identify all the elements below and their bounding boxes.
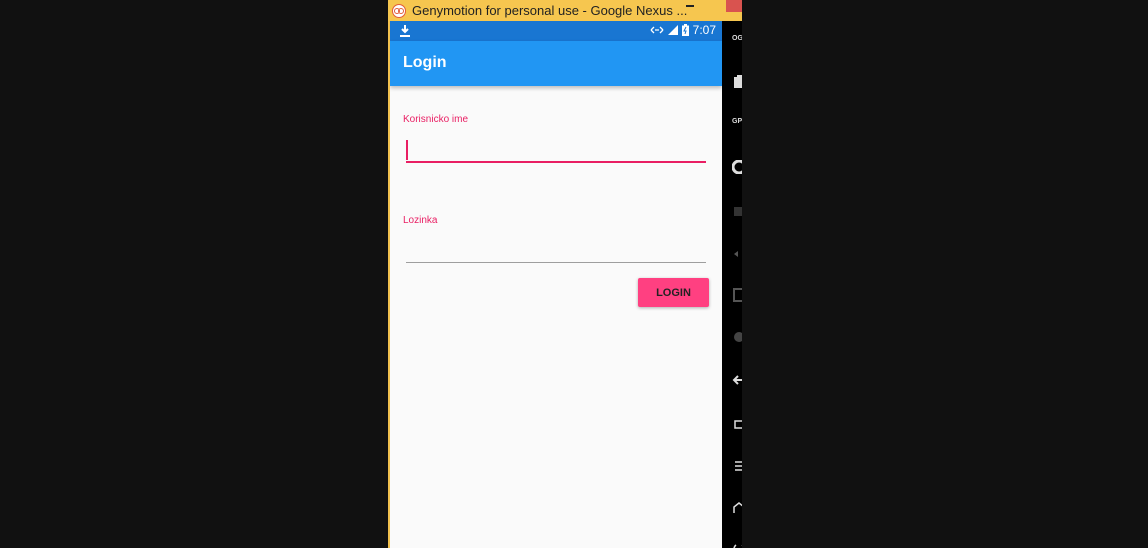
emulator-side-toolbar: OG GPS bbox=[722, 21, 742, 548]
password-input[interactable] bbox=[406, 238, 706, 260]
username-label: Korisnicko ime bbox=[403, 114, 469, 125]
username-input[interactable] bbox=[406, 138, 706, 160]
status-time: 7:07 bbox=[692, 23, 716, 37]
download-icon bbox=[400, 25, 410, 37]
window-titlebar[interactable]: Genymotion for personal use - Google Nex… bbox=[388, 0, 742, 21]
power-icon[interactable] bbox=[732, 539, 742, 548]
username-underline bbox=[406, 161, 706, 163]
close-button[interactable] bbox=[726, 0, 742, 12]
window-title: Genymotion for personal use - Google Nex… bbox=[412, 3, 688, 18]
page-title: Login bbox=[403, 54, 447, 71]
remote-control-icon[interactable] bbox=[732, 204, 742, 218]
back-icon[interactable] bbox=[732, 373, 742, 387]
password-underline bbox=[406, 262, 706, 263]
status-bar: 7:07 bbox=[390, 21, 722, 41]
minimize-icon bbox=[686, 5, 694, 7]
volume-icon[interactable] bbox=[732, 247, 742, 261]
camera-icon[interactable] bbox=[732, 160, 742, 174]
signal-icon bbox=[667, 25, 678, 35]
password-label: Lozinka bbox=[403, 215, 438, 226]
device-screen: 7:07 Login Korisnicko ime Lozinka LOGIN bbox=[390, 21, 722, 548]
gps-icon[interactable]: GPS bbox=[732, 118, 742, 132]
genymotion-logo-icon bbox=[392, 3, 406, 18]
rotate-icon[interactable] bbox=[732, 330, 742, 344]
opengapps-icon[interactable]: OG bbox=[732, 35, 742, 49]
data-sync-icon bbox=[650, 26, 664, 34]
recent-apps-icon[interactable] bbox=[732, 417, 742, 431]
minimize-button[interactable] bbox=[680, 0, 702, 21]
menu-icon[interactable] bbox=[732, 459, 742, 473]
battery-widget-icon[interactable] bbox=[732, 75, 742, 89]
home-icon[interactable] bbox=[732, 501, 742, 515]
login-button[interactable]: LOGIN bbox=[638, 278, 709, 307]
app-bar: Login bbox=[390, 41, 722, 86]
battery-icon bbox=[681, 24, 689, 36]
id-icon[interactable] bbox=[732, 288, 742, 302]
text-cursor bbox=[406, 140, 408, 160]
